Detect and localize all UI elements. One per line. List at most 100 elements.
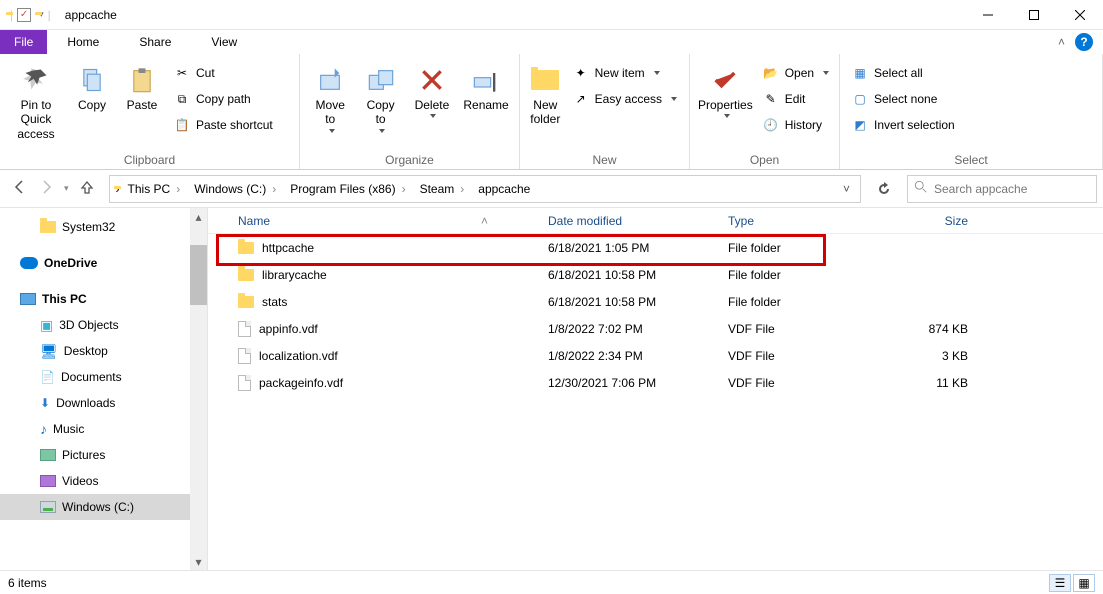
maximize-button[interactable] (1011, 0, 1057, 30)
crumb-windowsc[interactable]: Windows (C:)› (188, 182, 282, 196)
recent-dropdown[interactable]: ▾ (64, 183, 69, 194)
navpane-scrollbar[interactable]: ▴ ▾ (190, 208, 207, 570)
file-size: 3 KB (868, 349, 978, 363)
close-button[interactable] (1057, 0, 1103, 30)
tab-file[interactable]: File (0, 30, 47, 54)
copy-path-icon: ⧉ (174, 91, 190, 107)
open-button[interactable]: 📂Open (759, 62, 833, 84)
group-clipboard-label: Clipboard (0, 153, 299, 169)
new-item-button[interactable]: ✦New item (569, 62, 681, 84)
ribbon-tabs: File Home Share View ˄ ? (0, 30, 1103, 54)
table-row[interactable]: packageinfo.vdf12/30/2021 7:06 PMVDF Fil… (208, 369, 1103, 396)
file-list: Name˄ Date modified Type Size httpcache6… (208, 208, 1103, 570)
downloads-icon: ⬇ (40, 396, 50, 410)
pin-to-quick-access-button[interactable]: Pin to Quick access (8, 58, 64, 141)
copy-path-button[interactable]: ⧉Copy path (170, 88, 277, 110)
navbar: ▾ › This PC› Windows (C:)› Program Files… (0, 170, 1103, 208)
select-all-button[interactable]: ▦Select all (848, 62, 959, 84)
crumb-steam[interactable]: Steam› (414, 182, 471, 196)
delete-button[interactable]: Delete (409, 58, 455, 118)
tab-share[interactable]: Share (119, 30, 191, 54)
breadcrumb[interactable]: › This PC› Windows (C:)› Program Files (… (109, 175, 861, 203)
table-row[interactable]: stats6/18/2021 10:58 PMFile folder (208, 288, 1103, 315)
tree-desktop[interactable]: 🖥Desktop (0, 338, 207, 364)
collapse-ribbon-icon[interactable]: ˄ (1058, 35, 1065, 49)
group-select-label: Select (840, 153, 1102, 169)
search-icon (914, 180, 928, 197)
copy-button[interactable]: Copy (70, 58, 114, 112)
help-icon[interactable]: ? (1075, 33, 1093, 51)
scroll-up-icon[interactable]: ▴ (190, 208, 207, 225)
table-row[interactable]: localization.vdf1/8/2022 2:34 PMVDF File… (208, 342, 1103, 369)
file-name: httpcache (262, 241, 314, 255)
group-open-label: Open (690, 153, 839, 169)
move-to-button[interactable]: Move to (308, 58, 352, 133)
breadcrumb-dropdown[interactable]: ˅ (837, 182, 856, 196)
tree-videos[interactable]: Videos (0, 468, 207, 494)
file-name: localization.vdf (259, 349, 338, 363)
tree-3dobjects[interactable]: ▣3D Objects (0, 312, 207, 338)
cut-button[interactable]: ✂Cut (170, 62, 277, 84)
tab-home[interactable]: Home (47, 30, 119, 54)
minimize-button[interactable] (965, 0, 1011, 30)
paste-shortcut-icon: 📋 (174, 117, 190, 133)
table-row[interactable]: librarycache6/18/2021 10:58 PMFile folde… (208, 261, 1103, 288)
up-button[interactable] (79, 179, 95, 198)
open-icon: 📂 (763, 65, 779, 81)
new-item-icon: ✦ (573, 65, 589, 81)
file-name: packageinfo.vdf (259, 376, 343, 390)
column-type[interactable]: Type (718, 214, 868, 228)
column-size[interactable]: Size (868, 214, 978, 228)
crumb-thispc[interactable]: This PC› (122, 182, 187, 196)
select-none-button[interactable]: ▢Select none (848, 88, 959, 110)
crumb-pf86[interactable]: Program Files (x86)› (284, 182, 411, 196)
onedrive-icon (20, 257, 38, 269)
back-button[interactable] (12, 179, 28, 198)
tree-thispc[interactable]: This PC (0, 286, 207, 312)
pc-icon (20, 293, 36, 305)
easy-access-button[interactable]: ↗Easy access (569, 88, 681, 110)
folder-icon (40, 221, 56, 233)
rename-button[interactable]: Rename (461, 58, 511, 112)
tab-view[interactable]: View (191, 30, 257, 54)
paste-shortcut-button[interactable]: 📋Paste shortcut (170, 114, 277, 136)
new-folder-button[interactable]: New folder (528, 58, 563, 127)
column-date[interactable]: Date modified (538, 214, 718, 228)
copy-to-button[interactable]: Copy to (358, 58, 402, 133)
qat-dropdown[interactable]: ▾ (39, 9, 44, 20)
tree-windowsc[interactable]: Windows (C:) (0, 494, 207, 520)
qat-checkbox[interactable]: ✓ (17, 8, 31, 22)
file-type: File folder (718, 241, 868, 255)
drive-icon (40, 501, 56, 513)
tree-system32[interactable]: System32 (0, 214, 207, 240)
table-row[interactable]: httpcache6/18/2021 1:05 PMFile folder (208, 234, 1103, 261)
table-row[interactable]: appinfo.vdf1/8/2022 7:02 PMVDF File874 K… (208, 315, 1103, 342)
edit-button[interactable]: ✎Edit (759, 88, 833, 110)
tree-documents[interactable]: 📄Documents (0, 364, 207, 390)
scroll-down-icon[interactable]: ▾ (190, 553, 207, 570)
chevron-icon[interactable]: › (116, 182, 120, 196)
refresh-button[interactable] (869, 175, 899, 203)
paste-button[interactable]: Paste (120, 58, 164, 112)
forward-button[interactable] (38, 179, 54, 198)
easy-access-icon: ↗ (573, 91, 589, 107)
invert-selection-button[interactable]: ◩Invert selection (848, 114, 959, 136)
scroll-thumb[interactable] (190, 245, 207, 305)
status-text: 6 items (8, 576, 47, 590)
folder-icon (238, 296, 254, 308)
tree-music[interactable]: ♪Music (0, 416, 207, 442)
history-button[interactable]: 🕘History (759, 114, 833, 136)
icons-view-button[interactable]: ▦ (1073, 574, 1095, 592)
column-name[interactable]: Name˄ (208, 214, 538, 228)
details-view-button[interactable]: ☰ (1049, 574, 1071, 592)
tree-downloads[interactable]: ⬇Downloads (0, 390, 207, 416)
properties-button[interactable]: Properties (698, 58, 753, 118)
tree-pictures[interactable]: Pictures (0, 442, 207, 468)
crumb-appcache[interactable]: appcache (472, 182, 536, 196)
search-input[interactable]: Search appcache (907, 175, 1097, 203)
file-date: 6/18/2021 10:58 PM (538, 268, 718, 282)
file-icon (238, 375, 251, 391)
select-none-icon: ▢ (852, 91, 868, 107)
tree-onedrive[interactable]: OneDrive (0, 250, 207, 276)
list-header: Name˄ Date modified Type Size (208, 208, 1103, 234)
